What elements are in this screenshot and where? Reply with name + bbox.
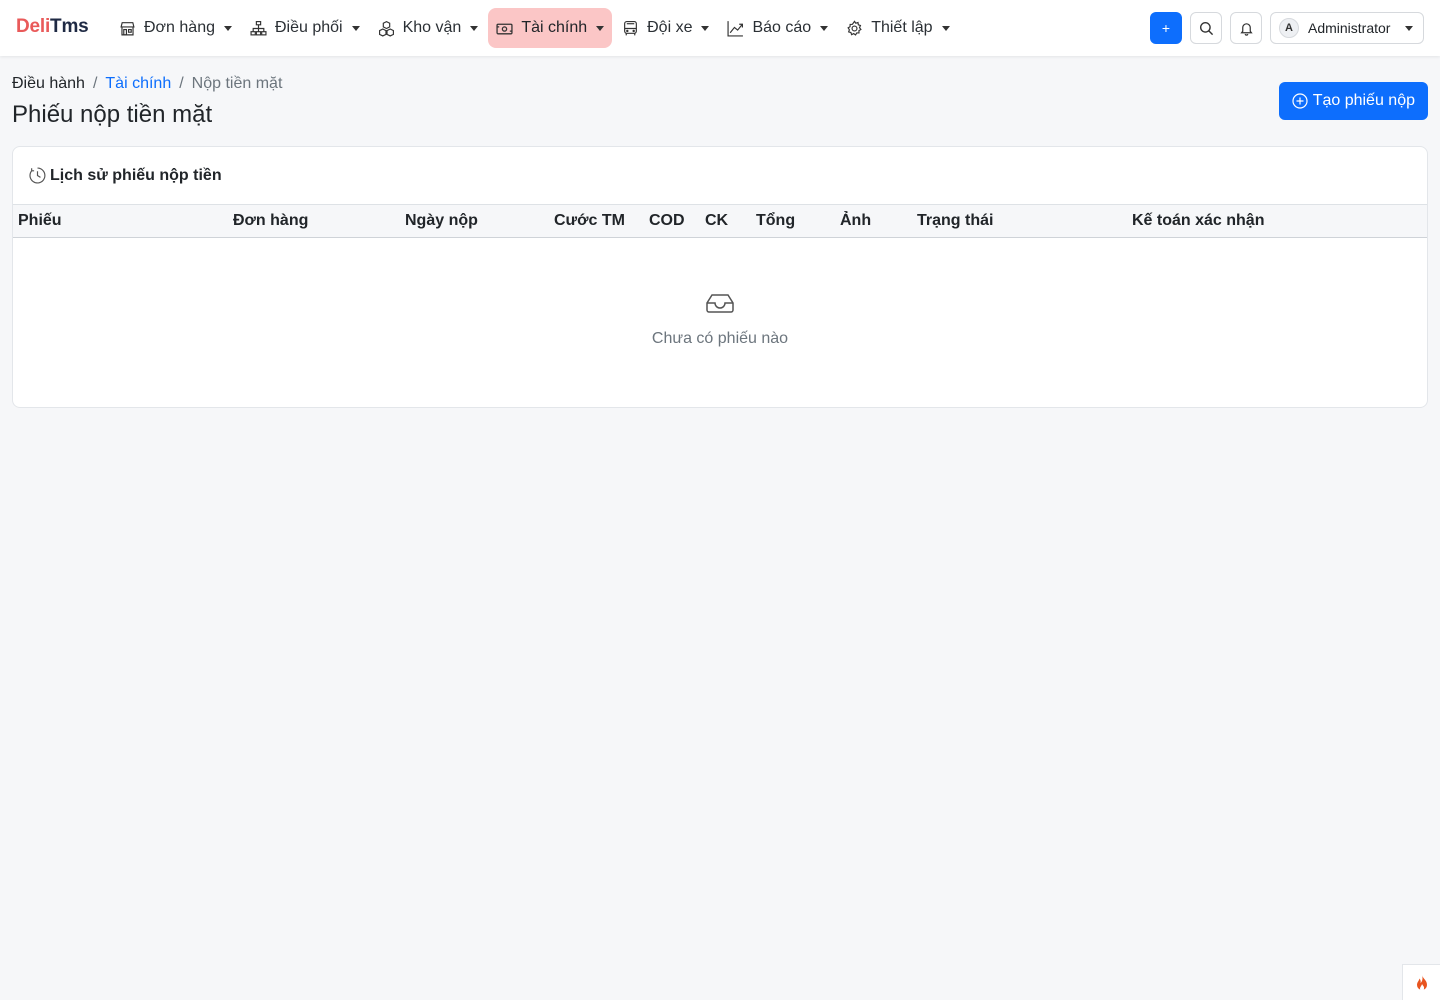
column-header: Kế toán xác nhận — [1132, 212, 1265, 229]
empty-message: Chưa có phiếu nào — [651, 330, 789, 347]
column-header: Phiếu — [18, 212, 62, 229]
column-header: CK — [705, 212, 729, 229]
clock-history-icon — [29, 167, 46, 184]
nav-label-dispatch: Điều phối — [274, 19, 343, 36]
graph-up-icon — [727, 20, 744, 37]
user-menu-button[interactable]: A Administrator — [1270, 12, 1424, 44]
caret-down-icon — [351, 25, 360, 31]
column-header: Đơn hàng — [233, 212, 309, 229]
nav-item-fleet[interactable]: Đội xe — [614, 8, 717, 48]
card-title: Lịch sử phiếu nộp tiền — [50, 166, 222, 184]
column-header: Trạng thái — [917, 212, 994, 229]
deposit-history-card: Lịch sử phiếu nộp tiền Phiếu Đơn hàng Ng… — [12, 146, 1428, 408]
top-navbar: DeliTms Đơn hàng Điều phối Kho vận Tài c… — [0, 0, 1440, 56]
column-header: COD — [649, 212, 685, 229]
breadcrumb-current: Nộp tiền mặt — [191, 75, 283, 92]
inbox-icon — [706, 294, 734, 313]
breadcrumb-separator: / — [179, 75, 184, 92]
page-title: Phiếu nộp tiền mặt — [12, 101, 213, 128]
shop-icon — [120, 21, 135, 35]
brand-logo[interactable]: DeliTms — [16, 16, 89, 38]
navbar-actions: + A Administrator — [1150, 12, 1424, 44]
create-deposit-label: Tạo phiếu nộp — [1312, 92, 1415, 109]
caret-down-icon — [470, 25, 479, 31]
column-header: Cước TM — [554, 212, 625, 229]
nav-item-finance[interactable]: Tài chính — [488, 8, 613, 48]
nav-label-fleet: Đội xe — [647, 19, 693, 36]
avatar: A — [1279, 18, 1299, 38]
boxes-icon — [378, 20, 394, 37]
notifications-button[interactable] — [1230, 12, 1262, 44]
brand-part-1: Deli — [16, 16, 51, 37]
column-header: Tổng — [756, 212, 796, 229]
caret-down-icon — [223, 25, 232, 31]
caret-down-icon — [820, 25, 829, 31]
user-name: Administrator — [1308, 20, 1391, 36]
diagram-icon — [250, 20, 267, 35]
cash-icon — [496, 23, 513, 34]
nav-label-warehouse: Kho vận — [402, 19, 462, 36]
caret-down-icon — [941, 25, 950, 31]
caret-down-icon — [1405, 25, 1413, 31]
brand-part-2: Tms — [50, 16, 89, 37]
quick-add-button[interactable]: + — [1150, 12, 1182, 44]
plus-circle-icon — [1292, 93, 1308, 109]
nav-item-dispatch[interactable]: Điều phối — [242, 8, 368, 48]
breadcrumb: Điều hành / Tài chính / Nộp tiền mặt — [12, 75, 282, 93]
nav-label-finance: Tài chính — [521, 19, 588, 36]
table-header: Phiếu Đơn hàng Ngày nộp Cước TM COD CK T… — [13, 204, 1427, 238]
empty-state: Chưa có phiếu nào — [13, 292, 1427, 348]
gear-icon — [847, 19, 862, 36]
caret-down-icon — [596, 25, 605, 31]
nav-item-reports[interactable]: Báo cáo — [719, 8, 836, 48]
column-header: Ảnh — [840, 212, 872, 229]
nav-item-warehouse[interactable]: Kho vận — [370, 8, 487, 48]
flame-icon — [1416, 974, 1427, 990]
nav-item-settings[interactable]: Thiết lập — [838, 8, 957, 48]
card-header: Lịch sử phiếu nộp tiền — [13, 147, 1427, 204]
search-icon — [1199, 21, 1213, 35]
bus-icon — [624, 20, 638, 35]
create-deposit-button[interactable]: Tạo phiếu nộp — [1278, 82, 1428, 120]
debug-toolbar-toggle[interactable] — [1402, 964, 1440, 1000]
column-header: Ngày nộp — [405, 212, 478, 229]
caret-down-icon — [701, 25, 710, 31]
nav-label-settings: Thiết lập — [871, 19, 933, 36]
breadcrumb-separator: / — [92, 75, 98, 92]
bell-icon — [1239, 22, 1253, 36]
breadcrumb-home[interactable]: Điều hành — [12, 75, 85, 93]
search-button[interactable] — [1190, 12, 1222, 44]
main-menu: Đơn hàng Điều phối Kho vận Tài chính Đội… — [111, 8, 960, 48]
nav-label-reports: Báo cáo — [752, 19, 812, 36]
nav-item-orders[interactable]: Đơn hàng — [111, 8, 240, 48]
breadcrumb-finance-link[interactable]: Tài chính — [105, 75, 171, 93]
nav-label-orders: Đơn hàng — [144, 19, 215, 36]
